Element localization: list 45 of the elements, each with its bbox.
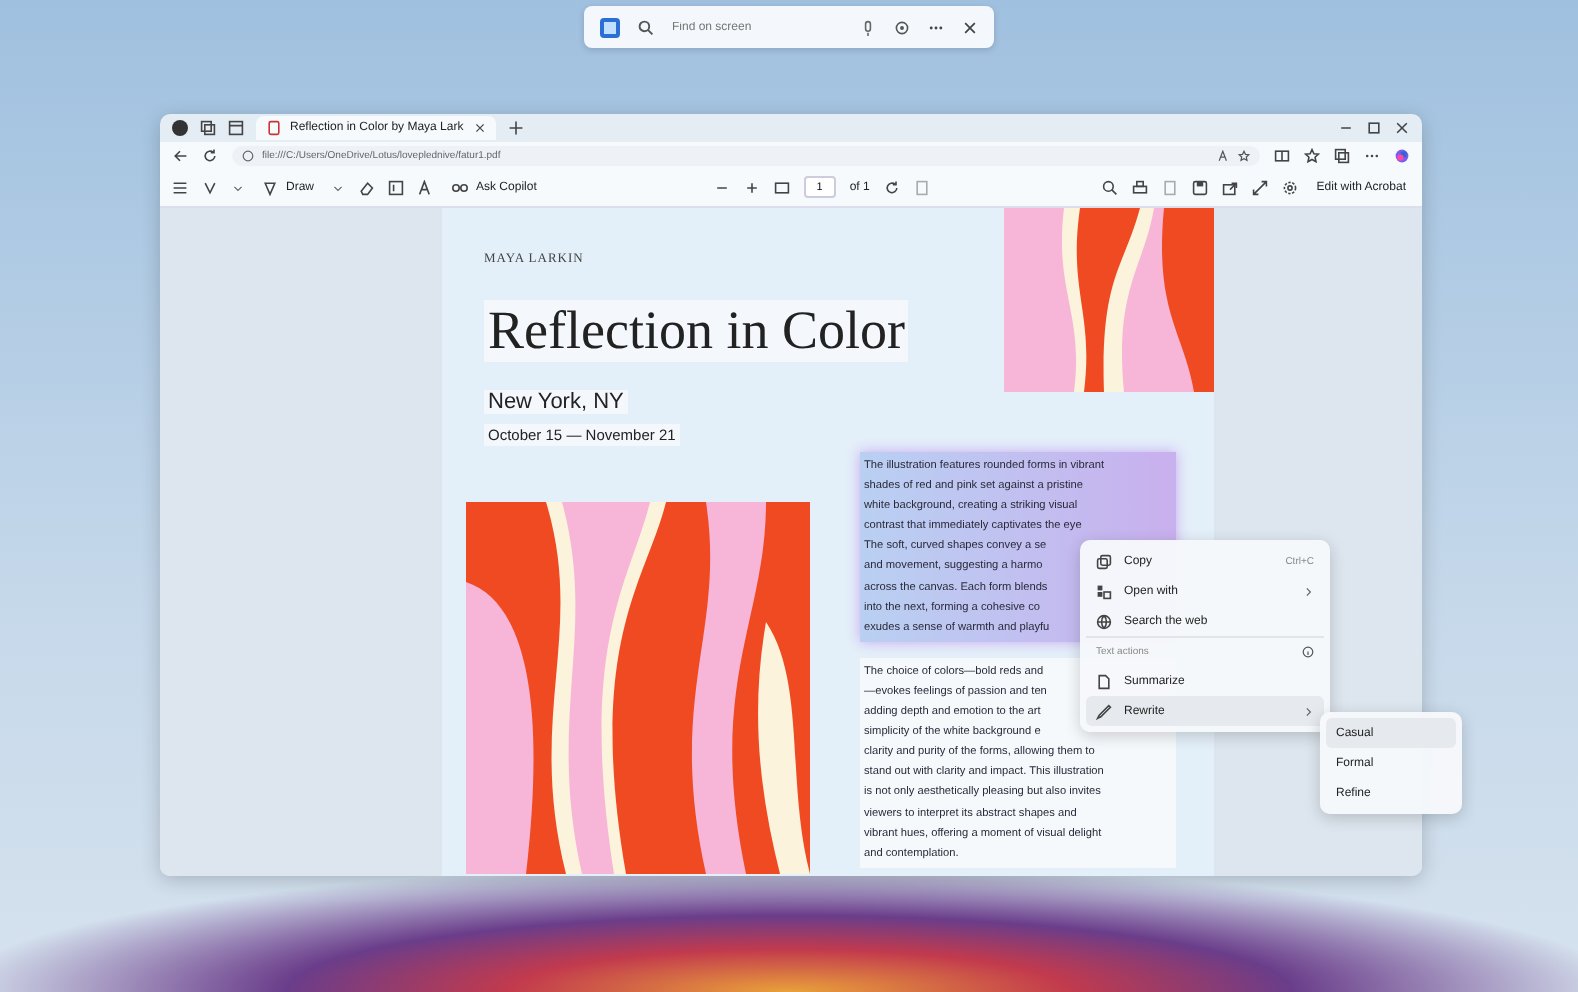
search-icon	[638, 19, 654, 35]
caret-icon[interactable]	[232, 181, 244, 193]
zoom-in-icon[interactable]	[743, 179, 760, 195]
maximize-icon[interactable]	[1366, 120, 1382, 136]
contents-icon[interactable]	[172, 179, 188, 195]
print-icon[interactable]	[1132, 179, 1149, 195]
caret-icon[interactable]	[332, 181, 345, 193]
close-icon[interactable]	[1394, 120, 1410, 136]
split-screen-icon[interactable]	[1274, 147, 1290, 163]
lens-icon[interactable]	[894, 19, 910, 35]
microphone-icon[interactable]	[860, 19, 876, 35]
plus-icon[interactable]	[508, 120, 524, 136]
settings-icon[interactable]	[1282, 179, 1299, 195]
close-icon[interactable]	[474, 122, 486, 134]
share-icon[interactable]	[1222, 179, 1239, 195]
copy-icon	[1096, 553, 1112, 569]
copilot-icon[interactable]	[1394, 147, 1410, 163]
info-icon	[242, 149, 254, 161]
save-icon[interactable]	[1192, 179, 1209, 195]
text-size-icon[interactable]	[418, 179, 435, 195]
rotate-icon[interactable]	[883, 179, 900, 195]
back-icon[interactable]	[172, 147, 188, 163]
collections-icon[interactable]	[1334, 147, 1350, 163]
refresh-icon[interactable]	[202, 147, 218, 163]
text-box-icon[interactable]	[388, 179, 405, 195]
app-icon[interactable]	[600, 17, 620, 37]
close-icon[interactable]	[962, 19, 978, 35]
pdf-icon	[266, 120, 282, 136]
info-icon[interactable]	[1302, 646, 1314, 658]
fit-page-icon[interactable]	[773, 179, 790, 195]
location-text: New York, NY	[484, 390, 628, 414]
document-icon	[1096, 673, 1112, 689]
glasses-icon	[452, 179, 469, 195]
star-icon[interactable]	[1238, 149, 1250, 161]
search-icon[interactable]	[1102, 179, 1119, 195]
tab-actions-icon[interactable]	[228, 120, 244, 136]
profile-avatar[interactable]	[172, 120, 188, 136]
document-title: Reflection in Color	[484, 300, 909, 362]
expand-icon[interactable]	[1252, 179, 1269, 195]
read-aloud-icon[interactable]	[1218, 149, 1230, 161]
workspaces-icon[interactable]	[200, 120, 216, 136]
grid-icon	[1096, 583, 1112, 599]
globe-icon	[1096, 613, 1112, 629]
favorites-icon[interactable]	[1304, 147, 1320, 163]
eraser-icon[interactable]	[358, 179, 375, 195]
